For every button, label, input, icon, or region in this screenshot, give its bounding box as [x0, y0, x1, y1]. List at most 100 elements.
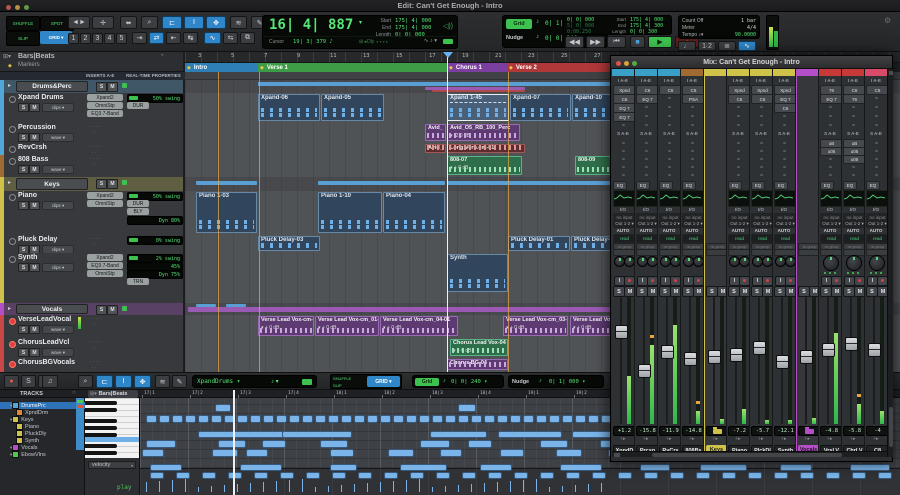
track-name[interactable]: ChorusBGVocals — [18, 359, 75, 366]
zoom-preset-1[interactable]: 1 — [68, 33, 79, 44]
track-row-pluck-delay[interactable]: Pluck Delay S Mclips ▾ · · · · · · 0% swing — [0, 235, 183, 254]
record-enable-icon[interactable]: ● — [4, 375, 19, 388]
track-row-keys[interactable]: ▸ Keys S M — [0, 177, 183, 192]
grid-toggle-button[interactable]: Grid — [506, 19, 532, 29]
group-assignment[interactable] — [728, 249, 749, 256]
shuttle-icon[interactable]: ⬌ — [120, 16, 137, 29]
insert-slot[interactable]: Xpand2 — [87, 192, 123, 199]
solo-button[interactable]: S — [18, 348, 29, 357]
record-enable-button[interactable] — [877, 276, 887, 286]
marker-intro[interactable]: ◆ Intro — [185, 63, 259, 72]
solo-button[interactable]: S — [18, 133, 29, 142]
solo-button[interactable]: S — [96, 305, 107, 315]
eq-curve-display[interactable] — [843, 190, 864, 207]
audio-clip[interactable]: Avid_ — [425, 144, 446, 153]
eq-chip[interactable]: EQ — [751, 181, 765, 190]
output-selector[interactable]: Out 1-2 ▾ — [774, 220, 795, 228]
solo-button[interactable]: S — [18, 263, 29, 272]
track-row-piano[interactable]: Piano S Mclips ▾ Xpand2 OmniStp 50% swing DUR B… — [0, 191, 183, 236]
output-selector[interactable]: Out 1-2 ▾ — [843, 220, 864, 228]
solo-button[interactable]: S — [18, 201, 29, 210]
track-view-selector[interactable]: wave ▾ — [42, 165, 74, 174]
track-row-verseleadvocal[interactable]: VerseLeadVocal S Mwave ▾ · · · · · · — [0, 315, 183, 339]
eq-chip[interactable]: EQ — [843, 181, 857, 190]
trim-tool-icon[interactable]: ⊏ — [96, 375, 113, 388]
editor-track-item-vocals[interactable]: ▾ Vocals — [0, 444, 85, 451]
mute-button[interactable]: M — [693, 286, 703, 297]
audio-clip[interactable]: Verse Lead Vox-cm_03-01▾ + 0 dB — [503, 316, 568, 336]
selector-tool-icon[interactable]: I — [184, 16, 204, 29]
group-assignment[interactable] — [636, 249, 657, 256]
eq-curve-display[interactable] — [774, 190, 795, 207]
piano-keyboard[interactable] — [85, 398, 140, 458]
automation-mode[interactable]: read — [728, 234, 749, 243]
zoom-vertical-icon[interactable]: ✛ — [92, 16, 114, 29]
fast-forward-button[interactable]: ▶▶ — [586, 36, 605, 48]
volume-fader[interactable] — [615, 325, 628, 339]
rtp-chip[interactable]: TRN — [127, 278, 149, 285]
output-selector[interactable]: Out 1-2 ▾ — [751, 220, 772, 228]
rtp-value[interactable]: 0% swing — [127, 236, 183, 245]
eq-chip[interactable]: EQ — [682, 181, 696, 190]
volume-fader[interactable] — [822, 343, 835, 357]
pan-knob[interactable] — [846, 255, 862, 271]
pan-knob-right[interactable] — [762, 256, 772, 267]
record-enable-button[interactable] — [739, 276, 749, 286]
solo-button[interactable]: S — [18, 103, 29, 112]
editor-track-item-keys[interactable]: ▾ Keys — [0, 416, 85, 423]
mute-button[interactable]: M — [809, 286, 818, 297]
record-enable-button[interactable] — [9, 146, 16, 153]
eq-curve-display[interactable] — [728, 190, 749, 207]
automation-mode[interactable]: read — [751, 234, 772, 243]
edit-playhead[interactable] — [447, 52, 448, 372]
insert-slot[interactable]: EQ3 7-Band — [87, 110, 123, 117]
eq-curve-display[interactable] — [751, 190, 772, 207]
audio-clip[interactable]: 808-07▾ + 0 dB — [447, 156, 522, 175]
editor-track-selector[interactable]: XpandDrums ▾ ♪ ▾ — [192, 375, 317, 388]
editor-track-item-synth[interactable]: Synth — [0, 437, 85, 444]
group-assignment[interactable] — [682, 249, 703, 256]
volume-fader[interactable] — [638, 364, 651, 378]
midi-clip[interactable]: Xpand-07 — [510, 94, 571, 121]
automation-mode[interactable]: read — [774, 234, 795, 243]
eq-curve-display[interactable] — [659, 190, 680, 207]
rtp-chip[interactable]: DUR — [127, 200, 149, 207]
mute-button[interactable]: M — [647, 286, 657, 297]
track-row-synth[interactable]: Synth S Mclips ▾ Xpand2 EQ3 7-Band OmniStp 2% … — [0, 253, 183, 304]
output-selector[interactable]: Out 1-2 ▾ — [682, 220, 703, 228]
tempo-conductor-icon[interactable]: ∿ — [738, 41, 756, 51]
automation-mode[interactable]: read — [659, 234, 680, 243]
velocity-lane[interactable] — [140, 468, 900, 495]
editor-track-item-drumsprc[interactable]: ▾ DrumsPrc — [0, 402, 85, 409]
eq-curve-display[interactable] — [636, 190, 657, 207]
mute-button[interactable]: M — [717, 286, 726, 297]
pan-knob[interactable] — [869, 255, 885, 271]
eq-curve-display[interactable] — [866, 190, 887, 207]
edit-mode-slip[interactable]: SLIP — [6, 31, 40, 46]
automation-mode[interactable]: read — [866, 234, 887, 243]
mix-titlebar[interactable]: Mix: Can't Get Enough - Intro — [611, 56, 892, 69]
output-selector[interactable]: Out 1-2 ▾ — [820, 220, 841, 228]
track-view-selector[interactable]: clips ▾ — [42, 103, 74, 112]
mute-button[interactable]: M — [29, 325, 40, 334]
edit-mode-shuffle[interactable]: SHUFFLE — [6, 16, 40, 31]
insert-slot[interactable]: Xpand2 — [87, 94, 123, 101]
group-assignment[interactable] — [751, 249, 772, 256]
record-enable-button[interactable] — [693, 276, 703, 286]
zoom-preset-3[interactable]: 3 — [92, 33, 103, 44]
stop-button[interactable]: ■ — [630, 36, 645, 48]
editor-edit-modes[interactable]: SHUFFLE SLIP GRID ▾ — [330, 374, 402, 389]
zoom-preset-4[interactable]: 4 — [104, 33, 115, 44]
midi-clip[interactable]: Piano 1-10 — [318, 192, 382, 233]
record-enable-button[interactable] — [762, 276, 772, 286]
output-selector[interactable]: Out 1-2 ▾ — [728, 220, 749, 228]
audio-clip[interactable]: Chorus BG-04 — [447, 359, 508, 370]
rtp-value[interactable]: Dyn 80% — [127, 216, 183, 225]
solo-button[interactable]: S — [96, 179, 107, 189]
eq-chip[interactable]: EQ — [613, 181, 627, 190]
insert-slot[interactable]: OmniStp — [87, 102, 123, 109]
mirrored-edit-icon[interactable]: ↹ — [183, 32, 198, 44]
output-selector[interactable]: Out 1-2 ▾ — [659, 220, 680, 228]
playhead-marker-icon[interactable] — [443, 52, 453, 58]
record-enable-button[interactable] — [9, 194, 16, 201]
